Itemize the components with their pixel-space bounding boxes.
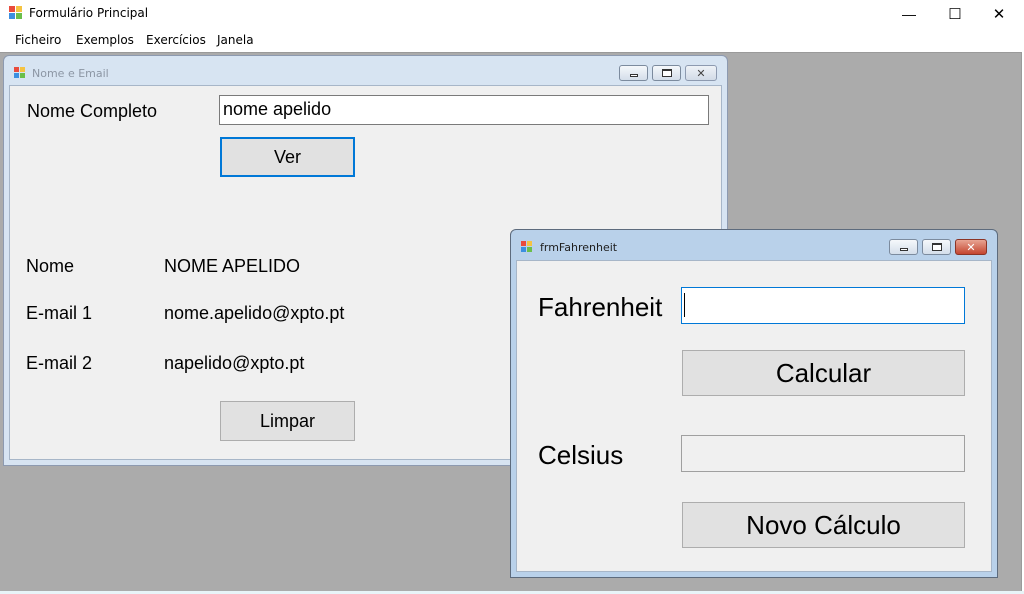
- fahrenheit-restore-button[interactable]: [922, 239, 951, 255]
- window-title: Formulário Principal: [29, 6, 149, 20]
- menu-janela[interactable]: Janela: [217, 33, 254, 47]
- ver-button-label: Ver: [273, 146, 302, 167]
- nome-label: Nome: [26, 256, 75, 276]
- limpar-button-label: Limpar: [259, 410, 316, 431]
- nome-email-restore-button[interactable]: [652, 65, 681, 81]
- full-name-label: Nome Completo: [27, 101, 158, 121]
- text-caret: [684, 293, 685, 317]
- email2-value: napelido@xpto.pt: [164, 353, 305, 373]
- novo-calculo-button[interactable]: Novo Cálculo: [682, 502, 965, 548]
- close-icon: ✕: [696, 66, 706, 80]
- fahrenheit-window: frmFahrenheit ✕ Fahrenheit Calcular Cels…: [510, 229, 998, 578]
- close-icon: ✕: [966, 240, 976, 254]
- nome-email-caption[interactable]: Nome e Email ✕: [4, 56, 727, 82]
- minimize-icon: [899, 248, 908, 251]
- menu-exemplos[interactable]: Exemplos: [76, 33, 134, 47]
- menu-ficheiro[interactable]: Ficheiro: [15, 33, 61, 47]
- celsius-label: Celsius: [538, 440, 624, 470]
- fahrenheit-caption[interactable]: frmFahrenheit ✕: [511, 230, 997, 256]
- minimize-icon: [629, 74, 638, 77]
- email1-value: nome.apelido@xpto.pt: [164, 303, 345, 323]
- nome-email-close-button[interactable]: ✕: [685, 65, 717, 81]
- menu-bar: Ficheiro Exemplos Exercícios Janela: [0, 28, 1024, 52]
- app-icon: [9, 6, 23, 20]
- email2-label: E-mail 2: [26, 353, 93, 373]
- maximize-button[interactable]: ☐: [932, 0, 978, 28]
- maximize-icon: ☐: [948, 6, 962, 23]
- fahrenheit-label: Fahrenheit: [538, 292, 663, 322]
- minimize-icon: —: [902, 6, 916, 22]
- app-icon: [521, 241, 533, 253]
- app-icon: [14, 67, 26, 79]
- close-button[interactable]: ✕: [976, 0, 1022, 28]
- ver-button[interactable]: Ver: [220, 137, 355, 177]
- calcular-button-label: Calcular: [775, 357, 872, 388]
- fahrenheit-minimize-button[interactable]: [889, 239, 918, 255]
- menu-exercicios[interactable]: Exercícios: [146, 33, 206, 47]
- novo-calculo-button-label: Novo Cálculo: [746, 509, 901, 540]
- main-title-bar: Formulário Principal — ☐ ✕: [0, 0, 1024, 28]
- calcular-button[interactable]: Calcular: [682, 350, 965, 396]
- limpar-button[interactable]: Limpar: [220, 401, 355, 441]
- nome-email-minimize-button[interactable]: [619, 65, 648, 81]
- full-name-input[interactable]: nome apelido: [219, 95, 709, 125]
- fahrenheit-title: frmFahrenheit: [540, 241, 618, 254]
- celsius-output[interactable]: [681, 435, 965, 472]
- restore-icon: [931, 243, 942, 251]
- email1-label: E-mail 1: [26, 303, 93, 323]
- nome-value: NOME APELIDO: [164, 256, 301, 276]
- close-icon: ✕: [992, 6, 1006, 23]
- fahrenheit-close-button[interactable]: ✕: [955, 239, 987, 255]
- nome-email-title: Nome e Email: [32, 67, 109, 80]
- restore-icon: [661, 69, 672, 77]
- fahrenheit-input[interactable]: [681, 287, 965, 324]
- minimize-button[interactable]: —: [886, 0, 932, 28]
